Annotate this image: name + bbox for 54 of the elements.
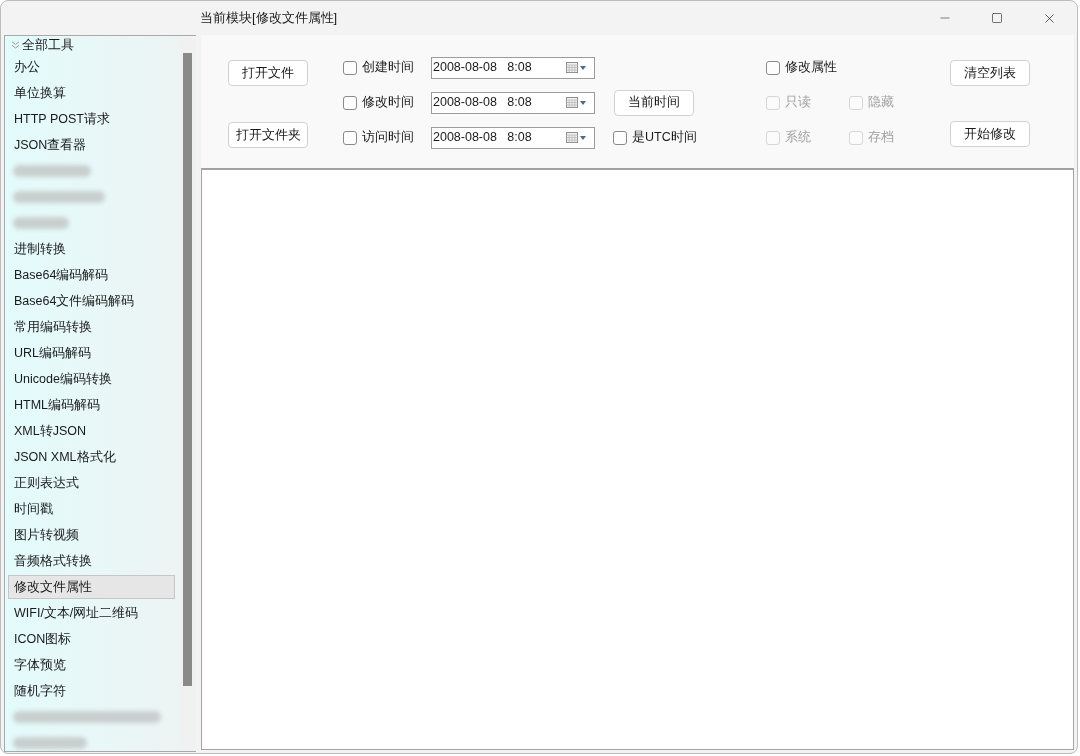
- sidebar-item[interactable]: 办公: [8, 55, 175, 79]
- sidebar-item[interactable]: HTML编码解码: [8, 393, 175, 417]
- date-time-value: 2008-08-08 8:08: [433, 94, 533, 112]
- sidebar-item[interactable]: ICON图标: [8, 627, 175, 651]
- sidebar-item[interactable]: 单位换算: [8, 81, 175, 105]
- sidebar-item[interactable]: XML转JSON: [8, 419, 175, 443]
- sidebar-item[interactable]: URL编码解码: [8, 341, 175, 365]
- push-button[interactable]: 清空列表: [950, 60, 1030, 86]
- push-button[interactable]: 打开文件: [228, 60, 308, 86]
- double-chevron-down-icon[interactable]: [11, 41, 20, 49]
- sidebar-item[interactable]: 进制转换: [8, 237, 175, 261]
- calendar-icon[interactable]: [566, 97, 578, 108]
- sidebar-item[interactable]: 正则表达式: [8, 471, 175, 495]
- checkbox-label[interactable]: 修改时间: [362, 93, 414, 112]
- push-button[interactable]: 打开文件夹: [228, 122, 308, 148]
- checkbox[interactable]: [343, 60, 357, 75]
- sidebar-item[interactable]: 音频格式转换: [8, 549, 175, 573]
- push-button[interactable]: 当前时间: [614, 89, 694, 116]
- sidebar-item[interactable]: Base64编码解码: [8, 263, 175, 287]
- sidebar-item[interactable]: Base64文件编码解码: [8, 289, 175, 313]
- caret-icon[interactable]: [580, 100, 586, 105]
- sidebar-item[interactable]: 常用编码转换: [8, 315, 175, 339]
- date-picker-field[interactable]: 2008-08-08 8:08: [431, 91, 595, 114]
- push-button[interactable]: 开始修改: [950, 121, 1030, 147]
- checkbox-label[interactable]: 修改属性: [785, 58, 837, 77]
- checkbox-label[interactable]: 创建时间: [362, 58, 414, 77]
- sidebar-item[interactable]: 字体预览: [8, 653, 175, 677]
- tree-group-label[interactable]: 全部工具: [22, 36, 74, 55]
- sidebar-item[interactable]: 修改文件属性: [8, 575, 175, 599]
- checkbox-label[interactable]: 访问时间: [362, 128, 414, 147]
- sidebar-item[interactable]: HTTP POST请求: [8, 107, 175, 131]
- sidebar-item[interactable]: JSON查看器: [8, 133, 175, 157]
- date-time-value: 2008-08-08 8:08: [433, 59, 533, 77]
- maximize-icon: [991, 12, 1003, 24]
- caret-icon[interactable]: [580, 135, 586, 140]
- window-title: 当前模块[修改文件属性]: [200, 9, 339, 28]
- calendar-icon[interactable]: [566, 132, 578, 143]
- checkbox[interactable]: [343, 95, 357, 110]
- sidebar-item[interactable]: JSON XML格式化: [8, 445, 175, 469]
- calendar-icon[interactable]: [566, 62, 578, 73]
- caret-icon[interactable]: [580, 65, 586, 70]
- checkbox[interactable]: [613, 130, 627, 145]
- date-time-value: 2008-08-08 8:08: [433, 129, 533, 147]
- date-picker-field[interactable]: 2008-08-08 8:08: [431, 56, 595, 79]
- date-picker-field[interactable]: 2008-08-08 8:08: [431, 126, 595, 149]
- sidebar-item[interactable]: 图片转视频: [8, 523, 175, 547]
- sidebar-item[interactable]: WIFI/文本/网址二维码: [8, 601, 175, 625]
- sidebar-item[interactable]: Unicode编码转换: [8, 367, 175, 391]
- checkbox[interactable]: [343, 130, 357, 145]
- sidebar-item[interactable]: 时间戳: [8, 497, 175, 521]
- checkbox[interactable]: [766, 60, 780, 75]
- sidebar-item[interactable]: 随机字符: [8, 679, 175, 703]
- checkbox-label[interactable]: 是UTC时间: [632, 128, 697, 147]
- scrollbar-thumb[interactable]: [183, 53, 192, 686]
